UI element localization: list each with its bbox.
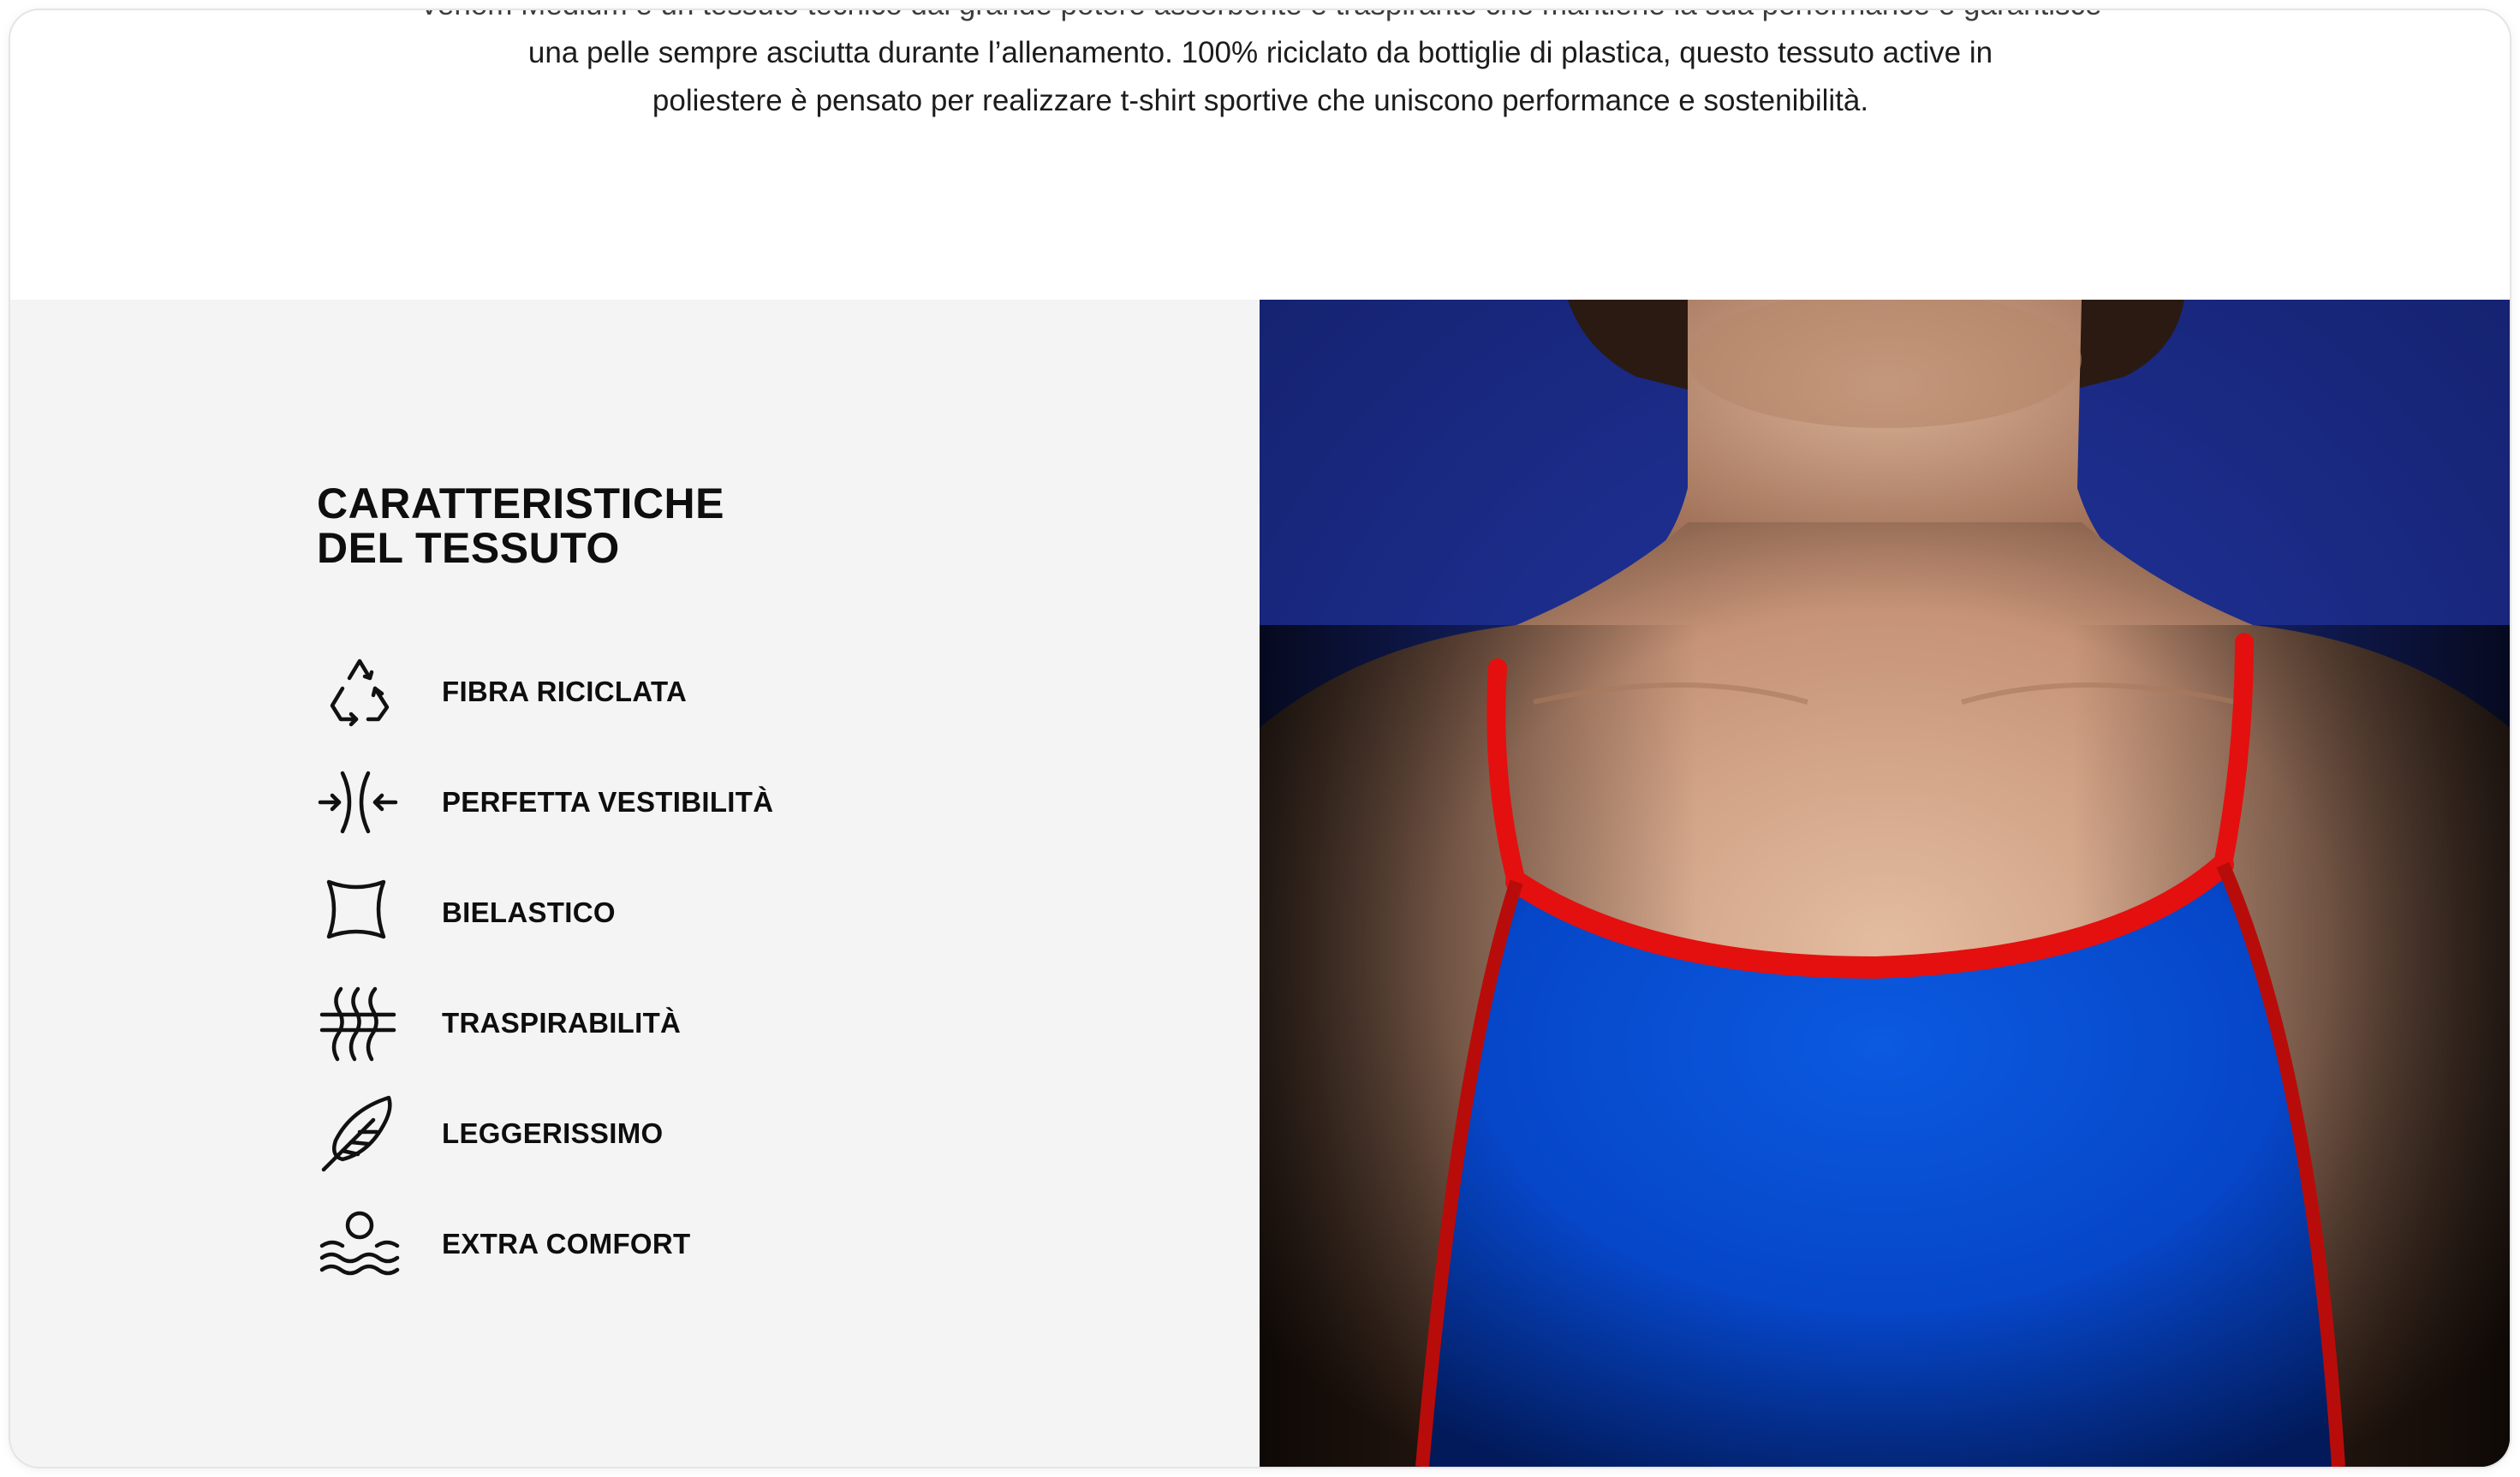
intro-text-line-2: poliestere è pensato per realizzare t-sh…: [652, 84, 1869, 117]
feature-item-extra-comfort: EXTRA COMFORT: [317, 1201, 916, 1287]
feature-item-lightweight: LEGGERISSIMO: [317, 1091, 916, 1176]
recycle-icon: [317, 649, 411, 735]
feature-item-recycled: FIBRA RICICLATA: [317, 649, 916, 735]
feature-label: FIBRA RICICLATA: [442, 676, 688, 707]
intro-section: Venom Medium è un tessuto tecnico dal gr…: [10, 10, 2510, 300]
feature-item-bi-stretch: BIELASTICO: [317, 870, 916, 956]
features-panel: CARATTERISTICHE DEL TESSUTO FIBRA RICICL…: [10, 300, 1260, 1467]
swimsuit-model-image: [1260, 300, 2510, 1467]
page-frame: Venom Medium è un tessuto tecnico dal gr…: [10, 10, 2510, 1467]
feature-item-breathable: TRASPIRABILITÀ: [317, 980, 916, 1066]
features-heading-line-2: DEL TESSUTO: [317, 524, 620, 572]
feature-label: LEGGERISSIMO: [442, 1117, 664, 1149]
product-photo: [1260, 300, 2510, 1467]
breathable-waves-icon: [317, 980, 411, 1066]
feather-icon: [317, 1091, 411, 1176]
feature-item-fit: PERFETTA VESTIBILITÀ: [317, 759, 916, 845]
feature-label: TRASPIRABILITÀ: [442, 1007, 682, 1039]
feature-label: PERFETTA VESTIBILITÀ: [442, 786, 774, 818]
features-heading-line-1: CARATTERISTICHE: [317, 479, 725, 527]
feature-label: BIELASTICO: [442, 896, 616, 928]
feature-label: EXTRA COMFORT: [442, 1228, 691, 1260]
bi-stretch-square-icon: [317, 870, 411, 956]
features-heading: CARATTERISTICHE DEL TESSUTO: [317, 481, 724, 570]
intro-text-cut-line: Venom Medium è un tessuto tecnico dal gr…: [404, 10, 2117, 29]
comfort-float-icon: [317, 1201, 411, 1287]
intro-text-line-1: una pelle sempre asciutta durante l’alle…: [527, 36, 1993, 69]
fit-arrows-icon: [317, 759, 411, 845]
